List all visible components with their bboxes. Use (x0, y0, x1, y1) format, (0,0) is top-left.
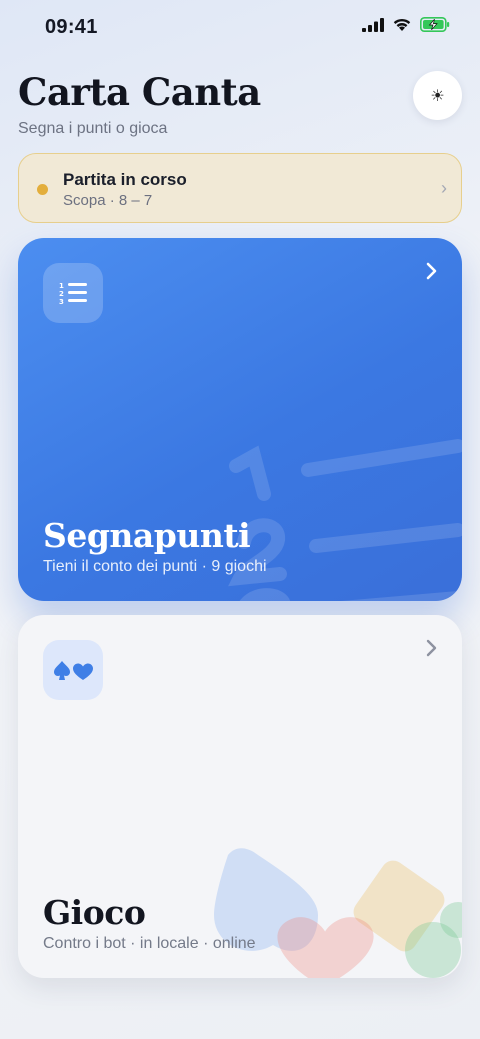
scorekeeper-card[interactable]: 1 2 3 Segnapunti Tieni il conto dei punt… (18, 238, 462, 601)
card-subtitle: Tieni il conto dei punti · 9 giochi (43, 558, 267, 575)
chevron-right-icon: › (441, 178, 447, 198)
wifi-icon (393, 18, 411, 31)
app-subtitle: Segna i punti o gioca (18, 120, 168, 137)
svg-text:2: 2 (59, 290, 64, 298)
status-bar: 09:41 (0, 0, 480, 54)
chevron-right-icon (426, 262, 437, 280)
game-card[interactable]: Gioco Contro i bot · in locale · online (18, 615, 462, 978)
svg-text:3: 3 (59, 298, 64, 305)
resume-title: Partita in corso (63, 170, 187, 189)
cellular-signal-icon (362, 17, 384, 32)
card-subtitle: Contro i bot · in locale · online (43, 935, 256, 952)
resume-details: Scopa · 8 – 7 (63, 192, 153, 209)
card-icon-container: 1 2 3 (43, 263, 103, 323)
status-time: 09:41 (45, 16, 98, 38)
status-icons (362, 17, 450, 32)
card-title: Segnapunti (43, 516, 251, 555)
resume-game-banner[interactable]: Partita in corso Scopa · 8 – 7 › (18, 153, 462, 223)
battery-charging-icon (420, 17, 450, 32)
chevron-right-icon (426, 639, 437, 657)
app-title: Carta Canta (18, 70, 261, 114)
card-title: Gioco (43, 893, 146, 932)
sun-icon: ☀ (430, 87, 445, 105)
spade-heart-icon (54, 661, 93, 680)
numbered-list-icon: 1 2 3 (59, 282, 87, 305)
status-dot (37, 184, 48, 195)
theme-toggle-button[interactable]: ☀ (413, 71, 462, 120)
card-icon-container (43, 640, 103, 700)
svg-text:1: 1 (59, 282, 64, 290)
